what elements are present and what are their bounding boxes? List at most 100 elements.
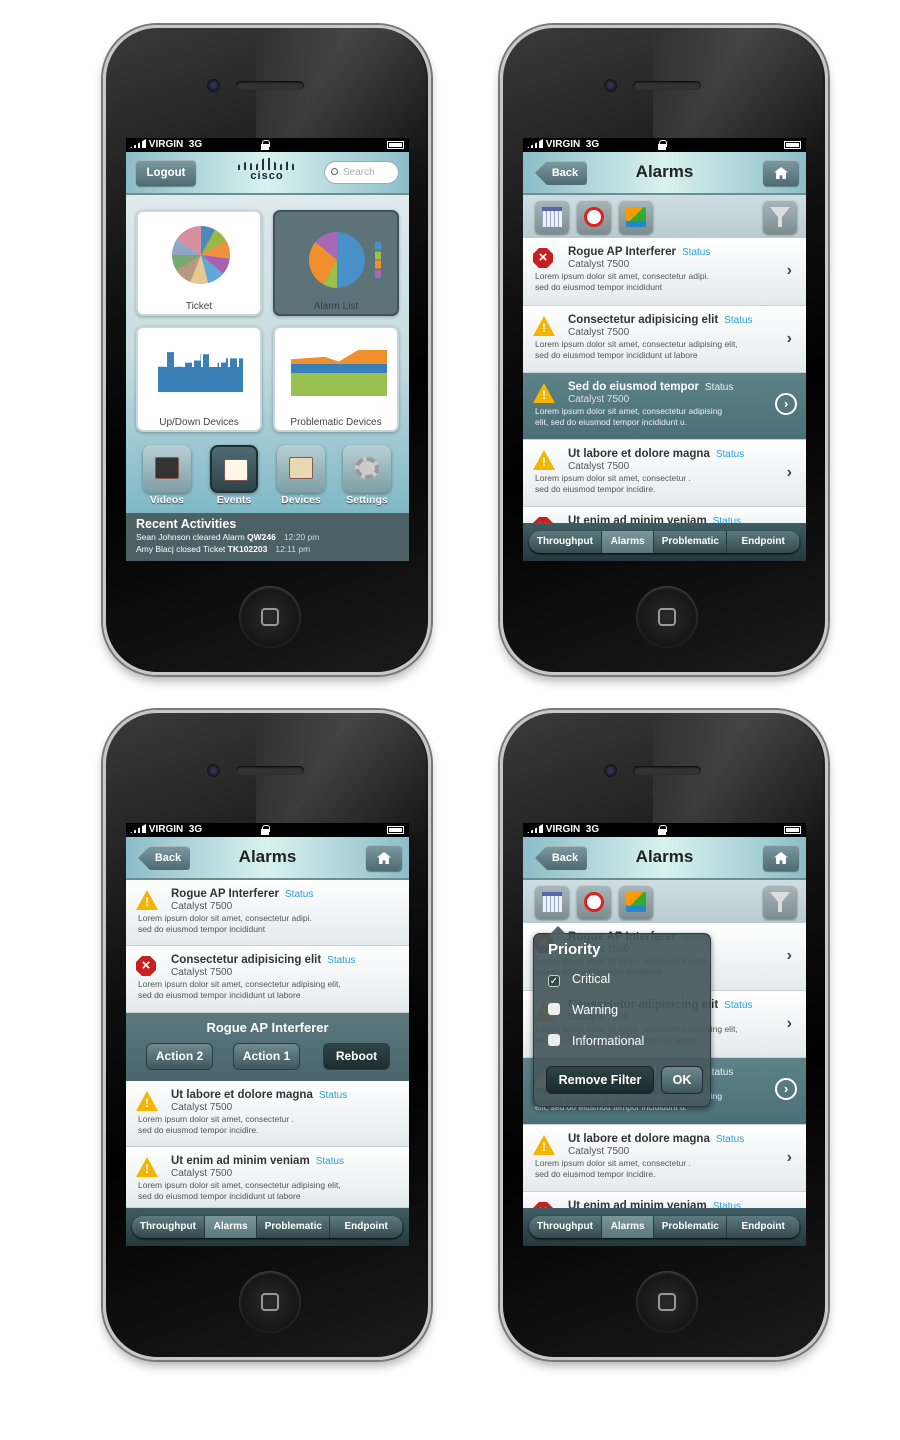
description-line: Lorem ipsum dolor sit amet, consectetur … (535, 339, 738, 349)
tab-problematic[interactable]: Problematic (257, 1216, 331, 1238)
signal-icon (130, 824, 146, 833)
option-label: Critical (572, 972, 611, 986)
filter-toolbar (523, 880, 806, 923)
checkbox-icon[interactable] (548, 1034, 560, 1046)
alarm-status-link[interactable]: Status (705, 382, 733, 393)
alarm-status-link[interactable]: Status (716, 449, 744, 460)
filter-option-critical[interactable]: ✓ Critical (548, 972, 610, 987)
chevron-right-icon[interactable]: › (787, 1015, 792, 1033)
description-line: sed do eiusmod tempor incididunt ut labo… (138, 990, 301, 1000)
warning-icon (136, 1091, 158, 1111)
app-videos-button[interactable] (143, 445, 191, 493)
tab-alarms[interactable]: Alarms (601, 531, 655, 553)
circle-chevron-right-icon[interactable]: › (775, 1078, 797, 1100)
tile-alarm-list[interactable]: Alarm List (273, 210, 399, 316)
search-input[interactable]: Search (324, 161, 399, 184)
action-2-button[interactable]: Action 2 (146, 1043, 213, 1070)
alarm-status-link[interactable]: Status (285, 889, 313, 900)
alarm-row[interactable]: Ut enim ad minim veniam Status Catalyst 7… (126, 1147, 409, 1208)
description-line: sed do eiusmod tempor incidire. (535, 484, 656, 494)
alarm-status-link[interactable]: Status (682, 247, 710, 258)
section-title: Recent Activities (136, 517, 237, 531)
app-devices-button[interactable] (277, 445, 325, 493)
tab-alarms[interactable]: Alarms (204, 1216, 258, 1238)
tab-problematic[interactable]: Problematic (654, 1216, 728, 1238)
circle-chevron-right-icon[interactable]: › (775, 393, 797, 415)
alarm-row[interactable]: Ut labore et dolore magna Status Catalyst… (523, 1125, 806, 1192)
alarm-description: Lorem ipsum dolor sit amet, consectetur … (535, 406, 722, 428)
alarm-row[interactable]: Ut labore et dolore magna Status Catalyst… (523, 440, 806, 507)
alarm-status-link[interactable]: Status (327, 955, 355, 966)
alarm-status-link[interactable]: Status (724, 315, 752, 326)
action-1-button[interactable]: Action 1 (233, 1043, 300, 1070)
hardware-home-button[interactable] (636, 1271, 698, 1333)
option-label: Informational (572, 1034, 645, 1048)
chevron-right-icon[interactable]: › (787, 947, 792, 965)
filter-option-warning[interactable]: Warning (548, 1003, 618, 1017)
filter-add-icon-button[interactable] (763, 201, 797, 234)
tab-endpoint[interactable]: Endpoint (330, 1216, 403, 1238)
warning-icon (533, 316, 555, 336)
hardware-home-button[interactable] (636, 586, 698, 648)
status-bar: VIRGIN 3G (126, 138, 409, 152)
alarm-row[interactable]: Sed do eiusmod tempor Status Catalyst 750… (523, 373, 806, 440)
activity-item[interactable]: Amy Blacj closed Ticket TK102203 12:11 pm (136, 543, 399, 555)
home-button[interactable] (366, 845, 402, 871)
network: 3G (585, 824, 600, 835)
checkbox-checked-icon[interactable]: ✓ (548, 975, 560, 987)
remove-filter-button[interactable]: Remove Filter (546, 1066, 654, 1094)
tab-throughput[interactable]: Throughput (529, 531, 602, 553)
calendar-icon-button[interactable] (535, 886, 569, 919)
alarm-clock-icon-button[interactable] (577, 886, 611, 919)
nav-bar: Back Alarms (126, 837, 409, 880)
home-button[interactable] (763, 160, 799, 186)
alarm-status-link[interactable]: Status (724, 1000, 752, 1011)
tab-alarms[interactable]: Alarms (601, 1216, 655, 1238)
chevron-right-icon[interactable]: › (787, 330, 792, 348)
activity-time: 12:20 pm (283, 532, 320, 542)
tile-ticket[interactable]: Ticket (136, 210, 262, 316)
devices-icon-button[interactable] (619, 201, 653, 234)
hardware-home-button[interactable] (239, 1271, 301, 1333)
back-button[interactable]: Back (535, 846, 587, 870)
home-button[interactable] (763, 845, 799, 871)
back-button[interactable]: Back (535, 161, 587, 185)
hardware-home-button[interactable] (239, 586, 301, 648)
chevron-right-icon[interactable]: › (787, 1149, 792, 1167)
alarm-row[interactable]: Rogue AP InterfererStatus Catalyst 7500 … (126, 880, 409, 946)
tab-endpoint[interactable]: Endpoint (727, 1216, 800, 1238)
alarm-description: Lorem ipsum dolor sit amet, consectetur … (138, 913, 312, 935)
tab-endpoint[interactable]: Endpoint (727, 531, 800, 553)
alarm-row[interactable]: Consectetur adipisicing elit Status Catal… (126, 946, 409, 1013)
tab-problematic[interactable]: Problematic (654, 531, 728, 553)
alarm-row[interactable]: Consectetur adipisicing elit Status Catal… (523, 306, 806, 373)
tile-problematic-devices[interactable]: Problematic Devices (273, 326, 399, 432)
alarm-status-link[interactable]: Status (319, 1090, 347, 1101)
battery-icon (387, 826, 404, 834)
logout-button[interactable]: Logout (136, 160, 196, 186)
tab-throughput[interactable]: Throughput (529, 1216, 602, 1238)
calendar-icon-button[interactable] (535, 201, 569, 234)
alarm-status-link[interactable]: Status (716, 1134, 744, 1145)
filter-option-informational[interactable]: Informational (548, 1034, 644, 1048)
tile-label: Alarm List (313, 301, 359, 312)
activity-item[interactable]: Sean Johnson cleared Alarm QW246 12:20 pm (136, 531, 399, 543)
tile-up-down-devices[interactable]: Up/Down Devices (136, 326, 262, 432)
alarm-row[interactable]: Rogue AP InterfererStatus Catalyst 7500 … (523, 238, 806, 306)
reboot-button[interactable]: Reboot (323, 1043, 390, 1070)
ok-button[interactable]: OK (661, 1066, 703, 1094)
chevron-right-icon[interactable]: › (787, 262, 792, 280)
app-settings-button[interactable] (343, 445, 391, 493)
alarm-status-link[interactable]: Status (316, 1156, 344, 1167)
home-square-icon (658, 608, 676, 626)
alarm-row[interactable]: Ut labore et dolore magna Status Catalyst… (126, 1081, 409, 1147)
tab-throughput[interactable]: Throughput (132, 1216, 205, 1238)
devices-icon-button[interactable] (619, 886, 653, 919)
back-button[interactable]: Back (138, 846, 190, 870)
filter-add-icon-button[interactable] (763, 886, 797, 919)
chevron-right-icon[interactable]: › (787, 464, 792, 482)
checkbox-icon[interactable] (548, 1003, 560, 1015)
app-events-button[interactable] (210, 445, 258, 493)
alarm-action-panel: Rogue AP Interferer Action 2 Action 1 Reboo… (126, 1013, 409, 1081)
alarm-clock-icon-button[interactable] (577, 201, 611, 234)
